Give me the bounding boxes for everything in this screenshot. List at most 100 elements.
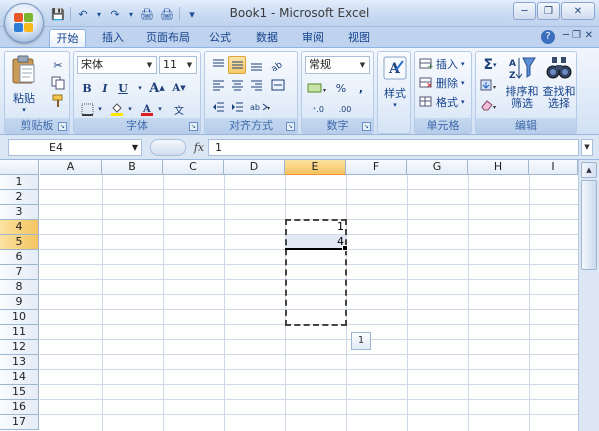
- sort-filter-button[interactable]: A Z 排序和 筛选: [504, 55, 540, 110]
- fill-handle[interactable]: [342, 245, 348, 251]
- scroll-up-icon[interactable]: ▲: [581, 162, 597, 178]
- auto-fill-options-button[interactable]: 1: [351, 332, 371, 350]
- tab-page-layout[interactable]: 页面布局: [140, 29, 196, 47]
- tab-review[interactable]: 审阅: [296, 29, 330, 47]
- name-box[interactable]: E4 ▼: [8, 139, 142, 156]
- row-header-10[interactable]: 10: [0, 310, 39, 325]
- row-header-8[interactable]: 8: [0, 280, 39, 295]
- align-middle-icon[interactable]: [228, 56, 246, 74]
- column-header-i[interactable]: I: [529, 160, 578, 175]
- copy-icon[interactable]: [49, 74, 67, 92]
- chevron-down-icon[interactable]: ▾: [96, 100, 104, 118]
- row-header-11[interactable]: 11: [0, 325, 39, 340]
- dialog-launcher-icon[interactable]: ↘: [362, 122, 371, 131]
- dialog-launcher-icon[interactable]: ↘: [189, 122, 198, 131]
- decrease-decimal-button[interactable]: .00: [332, 100, 358, 118]
- select-all-button[interactable]: [0, 160, 39, 175]
- bold-button[interactable]: B: [78, 79, 96, 97]
- fill-color-icon[interactable]: [108, 100, 126, 118]
- vertical-scrollbar[interactable]: ▲: [578, 160, 599, 431]
- align-right-icon[interactable]: [247, 76, 265, 94]
- row-header-17[interactable]: 17: [0, 415, 39, 430]
- decrease-indent-icon[interactable]: [209, 98, 227, 116]
- font-name-combo[interactable]: 宋体 ▼: [77, 56, 157, 74]
- column-header-a[interactable]: A: [40, 160, 102, 175]
- clear-icon[interactable]: ▾: [479, 96, 501, 114]
- shrink-font-button[interactable]: A ▼: [170, 79, 188, 97]
- delete-cells-button[interactable]: ✕ 删除 ▾: [419, 75, 465, 91]
- scroll-thumb[interactable]: [581, 180, 597, 270]
- borders-icon[interactable]: [78, 100, 96, 118]
- accounting-format-icon[interactable]: ▾: [306, 79, 330, 97]
- help-icon[interactable]: ?: [541, 30, 555, 44]
- column-header-d[interactable]: D: [224, 160, 285, 175]
- tab-data[interactable]: 数据: [250, 29, 284, 47]
- expand-formula-bar-icon[interactable]: ▼: [581, 139, 593, 156]
- formula-input[interactable]: 1: [208, 139, 579, 156]
- worksheet-grid[interactable]: A B C D E F G H I 1 2 3 4 5 6 7 8 9 10 1…: [0, 160, 599, 431]
- grow-font-button[interactable]: A ▲: [148, 79, 166, 97]
- wrap-text-icon[interactable]: [269, 76, 287, 94]
- phonetic-icon[interactable]: 文: [170, 100, 188, 118]
- row-header-7[interactable]: 7: [0, 265, 39, 280]
- formula-bar-splitter[interactable]: [150, 139, 186, 156]
- column-header-c[interactable]: C: [163, 160, 224, 175]
- styles-button[interactable]: A 样式 ▾: [380, 56, 410, 109]
- align-left-icon[interactable]: [209, 76, 227, 94]
- align-center-icon[interactable]: [228, 76, 246, 94]
- tab-formulas[interactable]: 公式: [203, 29, 237, 47]
- increase-decimal-button[interactable]: ⁺.0: [306, 100, 330, 118]
- column-header-g[interactable]: G: [407, 160, 468, 175]
- tab-view[interactable]: 视图: [342, 29, 376, 47]
- row-header-13[interactable]: 13: [0, 355, 39, 370]
- close-button[interactable]: ✕: [561, 2, 595, 20]
- font-size-combo[interactable]: 11 ▼: [159, 56, 197, 74]
- comma-button[interactable]: ,: [352, 79, 370, 97]
- insert-cells-button[interactable]: + 插入 ▾: [419, 56, 465, 72]
- increase-indent-icon[interactable]: [228, 98, 246, 116]
- ribbon-restore-icon[interactable]: ❐: [572, 30, 581, 41]
- insert-function-button[interactable]: fx: [190, 139, 208, 156]
- autosum-icon[interactable]: Σ ▾: [479, 56, 501, 74]
- row-header-4[interactable]: 4: [0, 220, 39, 235]
- paste-button[interactable]: 粘贴 ▾: [9, 55, 39, 114]
- align-bottom-icon[interactable]: [247, 56, 265, 74]
- row-header-2[interactable]: 2: [0, 190, 39, 205]
- italic-button[interactable]: I: [96, 79, 114, 97]
- row-header-14[interactable]: 14: [0, 370, 39, 385]
- align-top-icon[interactable]: [209, 56, 227, 74]
- office-button[interactable]: [4, 3, 44, 43]
- orientation-icon[interactable]: ab: [269, 56, 287, 74]
- row-header-16[interactable]: 16: [0, 400, 39, 415]
- tab-insert[interactable]: 插入: [96, 29, 130, 47]
- tab-home[interactable]: 开始: [49, 29, 86, 48]
- ribbon-close-icon[interactable]: ✕: [585, 30, 593, 41]
- row-header-3[interactable]: 3: [0, 205, 39, 220]
- restore-button[interactable]: ❐: [537, 2, 560, 20]
- row-header-9[interactable]: 9: [0, 295, 39, 310]
- column-header-b[interactable]: B: [102, 160, 163, 175]
- format-cells-button[interactable]: 格式 ▾: [419, 94, 465, 110]
- row-header-6[interactable]: 6: [0, 250, 39, 265]
- cut-icon[interactable]: ✂: [49, 56, 67, 74]
- fill-icon[interactable]: ▾: [479, 76, 501, 94]
- row-header-5[interactable]: 5: [0, 235, 39, 250]
- column-header-f[interactable]: F: [346, 160, 407, 175]
- column-header-h[interactable]: H: [468, 160, 529, 175]
- percent-button[interactable]: %: [332, 79, 350, 97]
- row-header-12[interactable]: 12: [0, 340, 39, 355]
- underline-button[interactable]: U: [114, 79, 132, 97]
- number-format-combo[interactable]: 常规 ▼: [305, 56, 370, 74]
- chevron-down-icon[interactable]: ▾: [126, 100, 134, 118]
- text-direction-icon[interactable]: ab ▾: [249, 98, 273, 116]
- dialog-launcher-icon[interactable]: ↘: [286, 122, 295, 131]
- ribbon-minimize-icon[interactable]: ─: [563, 30, 569, 41]
- format-painter-icon[interactable]: [49, 92, 67, 110]
- minimize-button[interactable]: ─: [513, 2, 536, 20]
- font-color-icon[interactable]: A: [138, 100, 156, 118]
- row-header-1[interactable]: 1: [0, 175, 39, 190]
- dialog-launcher-icon[interactable]: ↘: [58, 122, 67, 131]
- chevron-down-icon[interactable]: ▾: [131, 79, 149, 97]
- row-header-15[interactable]: 15: [0, 385, 39, 400]
- column-header-e[interactable]: E: [285, 160, 346, 175]
